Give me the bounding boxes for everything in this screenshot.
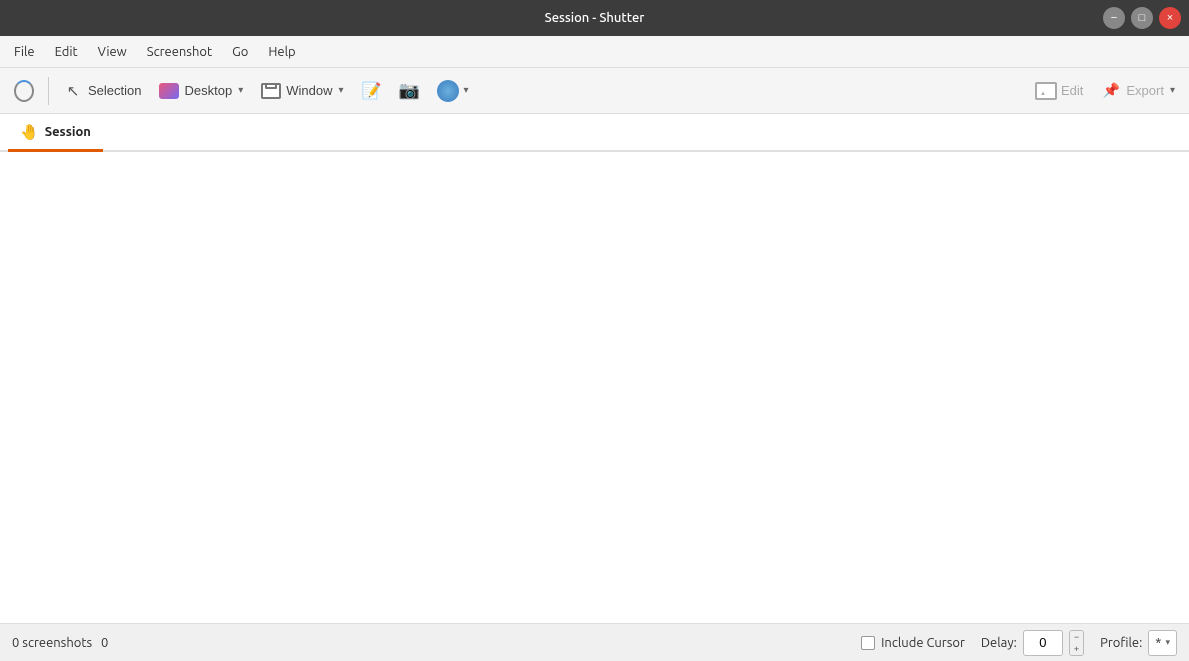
window-dropdown-arrow: ▾ [338, 85, 343, 96]
export-icon: 📌 [1101, 81, 1121, 101]
menubar: File Edit View Screenshot Go Help [0, 36, 1189, 68]
reload-button[interactable] [6, 74, 42, 108]
include-cursor-section: Include Cursor [861, 636, 965, 650]
menu-edit[interactable]: Edit [45, 41, 88, 63]
profile-label: Profile: [1100, 636, 1142, 650]
menu-help[interactable]: Help [258, 41, 305, 63]
tab-bar: 🤚 Session [0, 114, 1189, 152]
desktop-button[interactable]: Desktop ▾ [151, 74, 251, 108]
menu-screenshot[interactable]: Screenshot [137, 41, 222, 63]
desktop-label: Desktop [184, 83, 232, 98]
window-label: Window [286, 83, 332, 98]
close-button[interactable]: × [1159, 7, 1181, 29]
window-button[interactable]: Window ▾ [253, 74, 351, 108]
edit-image-label: Edit [1061, 83, 1083, 98]
screenshots-count-text: 0 screenshots [12, 636, 92, 650]
webcam-button[interactable]: 📷 [392, 74, 428, 108]
screenshots-extra-text: 0 [101, 636, 108, 650]
delay-increment-button[interactable]: + [1070, 643, 1083, 655]
cursor-icon: ↖ [63, 81, 83, 101]
export-dropdown-arrow: ▾ [1170, 85, 1175, 96]
window-icon [261, 81, 281, 101]
screenshots-count: 0 screenshots 0 [12, 636, 108, 650]
profile-value: * [1155, 636, 1161, 650]
selection-button[interactable]: ↖ Selection [55, 74, 149, 108]
webcam-icon: 📷 [400, 81, 420, 101]
delay-label: Delay: [981, 636, 1017, 650]
window-title: Session - Shutter [545, 11, 645, 25]
export-button[interactable]: 📌 Export ▾ [1093, 74, 1183, 108]
capture-edit-button[interactable]: 📝 [354, 74, 390, 108]
main-content [0, 152, 1189, 623]
tab-session[interactable]: 🤚 Session [8, 117, 103, 152]
delay-input[interactable] [1023, 630, 1063, 656]
export-label: Export [1126, 83, 1164, 98]
desktop-icon [159, 81, 179, 101]
capture-edit-icon: 📝 [362, 81, 382, 101]
menu-view[interactable]: View [88, 41, 137, 63]
minimize-button[interactable]: − [1103, 7, 1125, 29]
delay-section: Delay: − + [981, 630, 1084, 656]
profile-section: Profile: * ▾ [1100, 630, 1177, 656]
statusbar: 0 screenshots 0 Include Cursor Delay: − … [0, 623, 1189, 661]
session-tab-label: Session [45, 125, 91, 139]
delay-spinners: − + [1069, 630, 1084, 656]
status-right: Include Cursor Delay: − + Profile: * ▾ [861, 630, 1177, 656]
toolbar: ↖ Selection Desktop ▾ Window ▾ 📝 📷 ▾ [0, 68, 1189, 114]
include-cursor-label: Include Cursor [881, 636, 965, 650]
desktop-dropdown-arrow: ▾ [238, 85, 243, 96]
delay-decrement-button[interactable]: − [1070, 631, 1083, 643]
include-cursor-checkbox[interactable] [861, 636, 875, 650]
window-controls: − □ × [1103, 7, 1181, 29]
maximize-button[interactable]: □ [1131, 7, 1153, 29]
menu-file[interactable]: File [4, 41, 45, 63]
separator-1 [48, 77, 49, 105]
edit-image-icon [1036, 81, 1056, 101]
session-tab-icon: 🤚 [20, 123, 39, 141]
selection-label: Selection [88, 83, 141, 98]
titlebar: Session - Shutter − □ × [0, 0, 1189, 36]
profile-dropdown-arrow: ▾ [1165, 637, 1170, 648]
capture-circle-arrow: ▾ [464, 85, 469, 96]
menu-go[interactable]: Go [222, 41, 258, 63]
edit-image-button[interactable]: Edit [1028, 74, 1091, 108]
reload-icon [14, 81, 34, 101]
capture-circle-button[interactable]: ▾ [430, 74, 477, 108]
profile-select[interactable]: * ▾ [1148, 630, 1177, 656]
capture-circle-icon [438, 81, 458, 101]
